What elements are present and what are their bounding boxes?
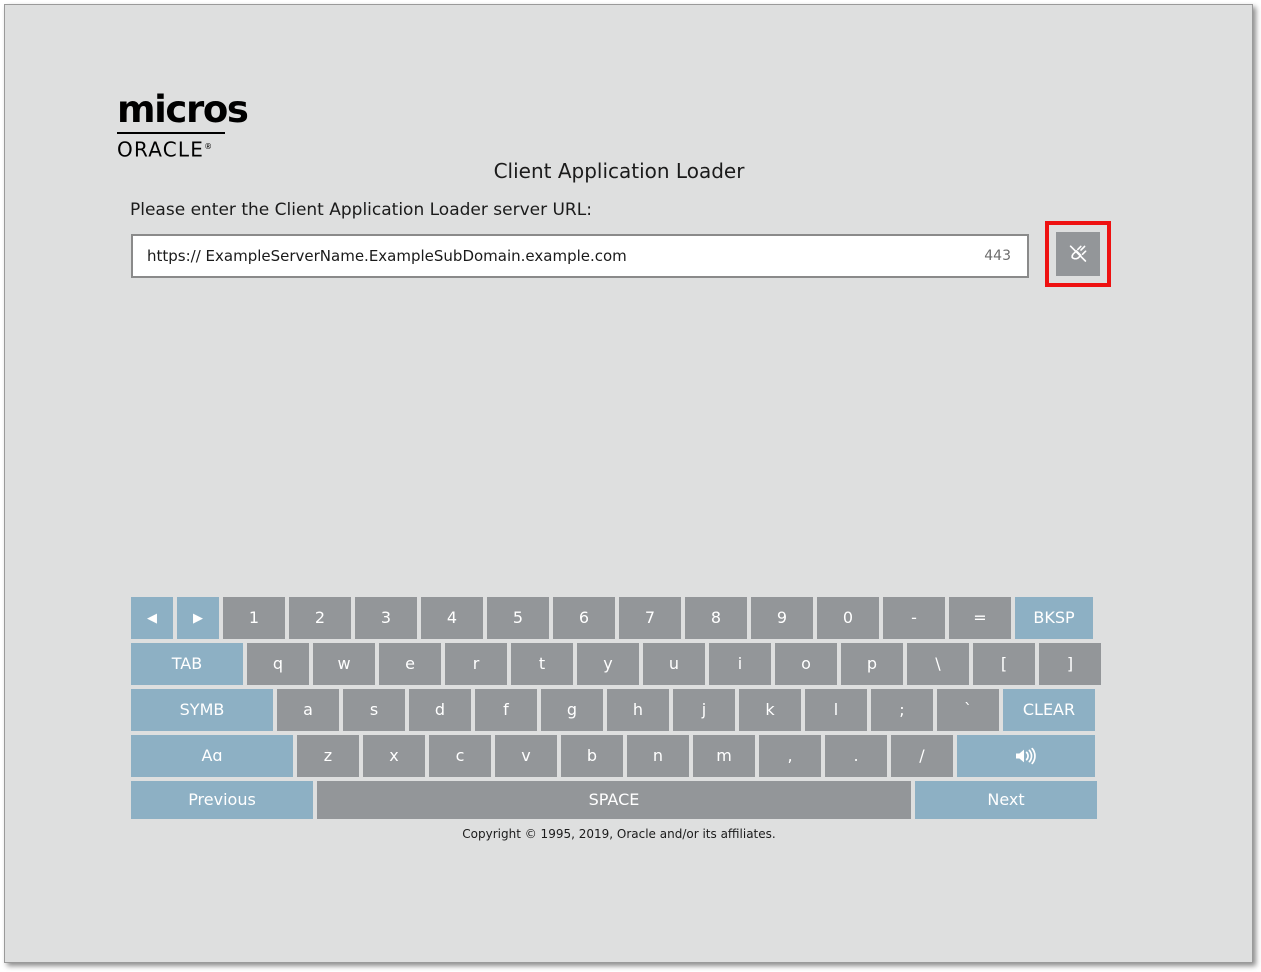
key-u[interactable]: u [643, 643, 705, 685]
server-url-value[interactable]: https:// ExampleServerName.ExampleSubDom… [147, 247, 984, 265]
key-bracket-right[interactable]: ] [1039, 643, 1101, 685]
key-bracket-left[interactable]: [ [973, 643, 1035, 685]
copyright-notice: Copyright © 1995, 2019, Oracle and/or it… [462, 827, 776, 841]
key-backspace[interactable]: BKSP [1015, 597, 1093, 639]
url-prompt-label: Please enter the Client Application Load… [130, 200, 592, 220]
key-b[interactable]: b [561, 735, 623, 777]
key-d[interactable]: d [409, 689, 471, 731]
key-shift-case[interactable]: Aɑ [131, 735, 293, 777]
key-tab[interactable]: TAB [131, 643, 243, 685]
key-t[interactable]: t [511, 643, 573, 685]
key-period[interactable]: . [825, 735, 887, 777]
virtual-keyboard: ◀ ▶ 1 2 3 4 5 6 7 8 9 0- = BKSP TAB q w e r t y u i o p \[] SYMB a s… [131, 597, 1101, 819]
key-i[interactable]: i [709, 643, 771, 685]
server-port-value[interactable]: 443 [984, 248, 1015, 264]
row-qwerty: TAB q w e r t y u i o p \[] [131, 643, 1101, 685]
key-h[interactable]: h [607, 689, 669, 731]
key-r[interactable]: r [445, 643, 507, 685]
key-arrow-right[interactable]: ▶ [177, 597, 219, 639]
key-j[interactable]: j [673, 689, 735, 731]
key-8[interactable]: 8 [685, 597, 747, 639]
key-clear[interactable]: CLEAR [1003, 689, 1095, 731]
client-application-loader-window: micros ORACLE® Client Application Loader… [4, 4, 1253, 963]
arrow-right-icon: ▶ [193, 610, 203, 626]
logo-divider-rule [117, 132, 225, 134]
registered-mark: ® [204, 142, 214, 151]
key-5[interactable]: 5 [487, 597, 549, 639]
key-slash[interactable]: / [891, 735, 953, 777]
key-3[interactable]: 3 [355, 597, 417, 639]
row-numbers: ◀ ▶ 1 2 3 4 5 6 7 8 9 0- = BKSP [131, 597, 1101, 639]
key-arrow-left[interactable]: ◀ [131, 597, 173, 639]
page-title: Client Application Loader [493, 159, 745, 183]
arrow-left-icon: ◀ [147, 610, 157, 626]
server-url-input[interactable]: https:// ExampleServerName.ExampleSubDom… [131, 234, 1029, 278]
key-q[interactable]: q [247, 643, 309, 685]
logo-micros-text: micros [117, 88, 249, 131]
key-e[interactable]: e [379, 643, 441, 685]
key-6[interactable]: 6 [553, 597, 615, 639]
key-7[interactable]: 7 [619, 597, 681, 639]
key-z[interactable]: z [297, 735, 359, 777]
key-symbols[interactable]: SYMB [131, 689, 273, 731]
key-minus[interactable]: - [883, 597, 945, 639]
key-space[interactable]: SPACE [317, 781, 911, 819]
row-zxcv: Aɑ z x c v b n m,. / [131, 735, 1101, 777]
key-previous[interactable]: Previous [131, 781, 313, 819]
key-n[interactable]: n [627, 735, 689, 777]
key-v[interactable]: v [495, 735, 557, 777]
key-y[interactable]: y [577, 643, 639, 685]
key-m[interactable]: m [693, 735, 755, 777]
key-2[interactable]: 2 [289, 597, 351, 639]
plug-icon [1066, 242, 1090, 266]
key-g[interactable]: g [541, 689, 603, 731]
row-asdf: SYMB a s d f g h j k l; ` CLEAR [131, 689, 1101, 731]
connect-button[interactable] [1056, 232, 1100, 276]
key-s[interactable]: s [343, 689, 405, 731]
key-backtick[interactable]: ` [937, 689, 999, 731]
logo-oracle-text: ORACLE® [115, 136, 213, 161]
key-1[interactable]: 1 [223, 597, 285, 639]
key-9[interactable]: 9 [751, 597, 813, 639]
key-next[interactable]: Next [915, 781, 1097, 819]
key-x[interactable]: x [363, 735, 425, 777]
row-space: Previous SPACE Next [131, 781, 1101, 819]
key-0[interactable]: 0 [817, 597, 879, 639]
key-equals[interactable]: = [949, 597, 1011, 639]
speaker-icon [1013, 747, 1039, 765]
key-backslash[interactable]: \ [907, 643, 969, 685]
key-w[interactable]: w [313, 643, 375, 685]
key-f[interactable]: f [475, 689, 537, 731]
key-c[interactable]: c [429, 735, 491, 777]
key-4[interactable]: 4 [421, 597, 483, 639]
key-o[interactable]: o [775, 643, 837, 685]
key-a[interactable]: a [277, 689, 339, 731]
key-p[interactable]: p [841, 643, 903, 685]
key-speaker[interactable] [957, 735, 1095, 777]
key-comma[interactable]: , [759, 735, 821, 777]
key-l[interactable]: l [805, 689, 867, 731]
micros-oracle-logo: micros ORACLE® [115, 91, 345, 161]
key-semicolon[interactable]: ; [871, 689, 933, 731]
key-k[interactable]: k [739, 689, 801, 731]
